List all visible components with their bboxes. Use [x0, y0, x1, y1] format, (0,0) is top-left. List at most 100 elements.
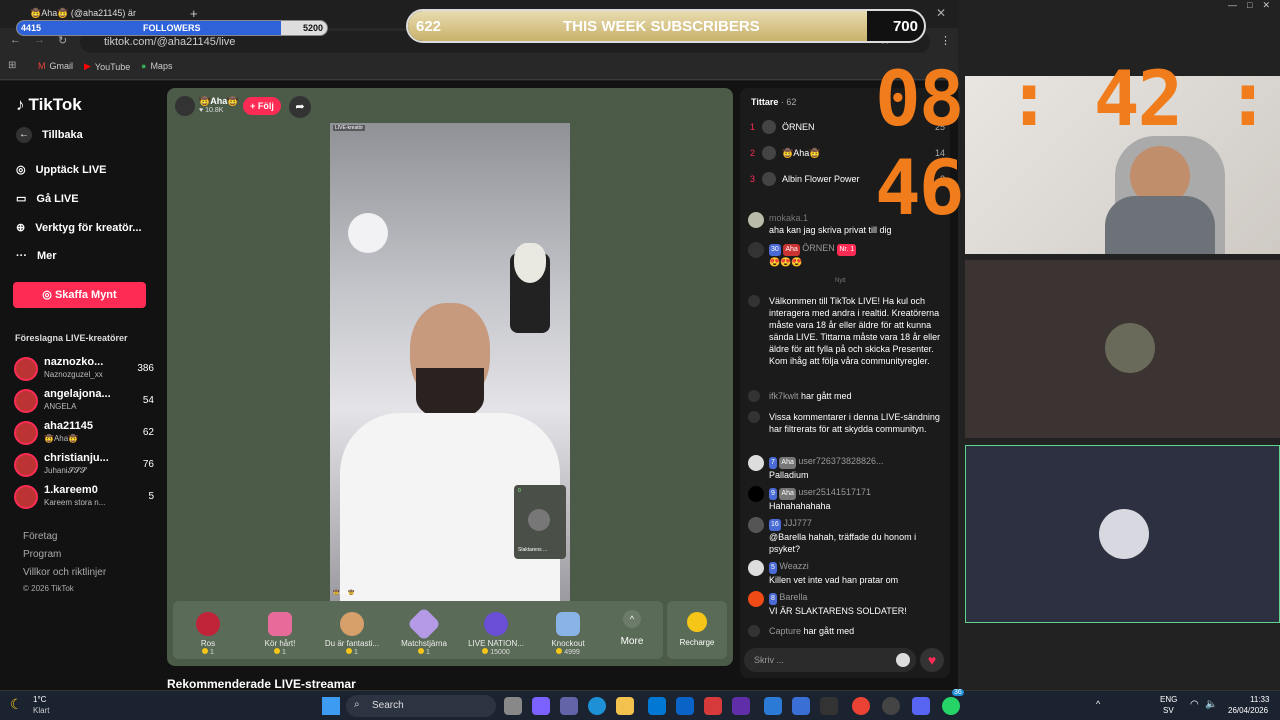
username[interactable]: Weazzi	[779, 561, 808, 571]
store-icon[interactable]	[764, 697, 782, 715]
copilot-icon[interactable]	[532, 697, 550, 715]
avatar	[748, 212, 764, 228]
creator-item[interactable]: angelajona... ANGELA 54	[14, 387, 154, 415]
gift-item[interactable]: Knockout 4999	[537, 608, 599, 656]
bookmark-gmail[interactable]: M Gmail	[38, 61, 73, 71]
guest-tile-1[interactable]	[965, 260, 1280, 438]
photos-icon[interactable]	[792, 697, 810, 715]
app-icon[interactable]	[704, 697, 722, 715]
m365-icon[interactable]	[732, 697, 750, 715]
guest-video[interactable]: 0 Slaktarens ...	[514, 485, 566, 559]
mail-icon[interactable]	[648, 697, 666, 715]
avatar	[14, 357, 38, 381]
emoji-icon[interactable]	[896, 653, 910, 667]
lang-label[interactable]: ENG	[1160, 695, 1177, 704]
username[interactable]: ifk7kwlt	[769, 391, 799, 401]
tiktok-icon	[748, 625, 760, 637]
gift-item[interactable]: Ros 1	[177, 608, 239, 656]
close-window-icon[interactable]: ✕	[936, 6, 946, 20]
back-arrow-icon: ←	[16, 127, 32, 143]
creator-item[interactable]: naznozko... Naznozguzel_xx 386	[14, 355, 154, 383]
tab-title[interactable]: 🤠Aha🤠 (@aha21145) är	[30, 8, 136, 19]
back-link[interactable]: ← Tillbaka	[16, 127, 83, 143]
avatar	[748, 517, 764, 533]
creator-item[interactable]: aha21145 🤠Aha🤠 62	[14, 419, 154, 447]
heart-icon[interactable]: ♥	[920, 648, 944, 672]
search-box[interactable]: ⌕ Search	[346, 695, 496, 717]
speaker-icon[interactable]: 🔈	[1205, 699, 1217, 710]
whatsapp-icon[interactable]: 36	[942, 689, 964, 715]
username[interactable]: user726373828826...	[798, 456, 883, 466]
username[interactable]: Capture	[769, 626, 801, 636]
footer-link[interactable]: Program	[23, 549, 61, 560]
chat-message: 5 Weazzi Killen vet inte vad han pratar o…	[748, 560, 944, 586]
username[interactable]: JJJ777	[783, 518, 812, 528]
creator-sub: 🤠Aha🤠	[44, 434, 79, 443]
windows-start-icon[interactable]	[322, 697, 340, 715]
creator-item[interactable]: christianju... Juhani𝓢𝓢𝓢 76	[14, 451, 154, 479]
footer-link[interactable]: Villkor och riktlinjer	[23, 567, 106, 578]
guest-tile-2[interactable]	[965, 445, 1280, 623]
menu-icon[interactable]: ⋮	[940, 34, 951, 47]
new-tab-button[interactable]: +	[190, 6, 198, 21]
edge-icon[interactable]	[588, 697, 606, 715]
creator-sub: Juhani𝓢𝓢𝓢	[44, 466, 87, 475]
username[interactable]: Barella	[779, 592, 807, 602]
avatar	[748, 242, 764, 258]
folder-icon[interactable]	[616, 697, 634, 715]
chat-input[interactable]: Skriv ...	[744, 648, 916, 672]
level-badge: 5	[769, 562, 777, 574]
gift-item[interactable]: Kör hårt! 1	[249, 608, 311, 656]
clock-time[interactable]: 11:33	[1250, 695, 1269, 704]
bookmark-maps[interactable]: ● Maps	[141, 61, 172, 71]
video-caption: 🤠Aha🤠	[333, 590, 355, 596]
nav-creator-tools[interactable]: ⊕ Verktyg för kreatör...	[16, 221, 142, 235]
footer-link[interactable]: Företag	[23, 531, 57, 542]
price-value: 4999	[564, 649, 580, 656]
level-badge: 30	[769, 244, 781, 256]
host-avatar[interactable]	[175, 96, 195, 116]
get-coins-button[interactable]: ◎ Skaffa Mynt	[13, 282, 146, 308]
minimize-icon[interactable]: —	[1228, 0, 1237, 14]
tiktok-logo[interactable]: ♪ TikTok	[16, 95, 82, 115]
wifi-icon[interactable]: ◠	[1190, 699, 1199, 710]
host-name[interactable]: 🤠Aha🤠	[199, 96, 238, 107]
nav-go-live[interactable]: ▭ Gå LIVE	[16, 192, 79, 206]
apps-icon[interactable]: ⊞	[8, 60, 16, 71]
creator-item[interactable]: 1.kareem0 Kareem stora n... 5	[14, 483, 154, 511]
follow-button[interactable]: + Följ	[243, 97, 281, 115]
more-gifts-button[interactable]: ^ More	[613, 610, 651, 647]
viewer-name: Albin Flower Power	[782, 174, 860, 184]
bookmark-youtube[interactable]: ▶ YouTube	[84, 61, 130, 72]
chrome-icon[interactable]	[852, 697, 870, 715]
gift-item[interactable]: Matchstjärna 1	[393, 607, 455, 656]
message-text: Palladium	[769, 470, 809, 480]
recharge-button[interactable]: Recharge	[667, 601, 727, 659]
creator-sub: ANGELA	[44, 402, 77, 411]
weather-temp[interactable]: 1°C	[33, 695, 46, 704]
username[interactable]: mokaka.1	[769, 213, 808, 223]
close-icon[interactable]: ✕	[1262, 0, 1270, 14]
calculator-icon[interactable]	[820, 697, 838, 715]
maximize-icon[interactable]: □	[1247, 0, 1252, 14]
gift-item[interactable]: LIVE NATION... 15000	[465, 608, 527, 656]
viewers-header[interactable]: Tittare · 62	[751, 97, 796, 107]
outlook-icon[interactable]	[676, 697, 694, 715]
back-icon[interactable]: ←	[10, 34, 21, 46]
gift-name: Du är fantasti...	[324, 639, 380, 648]
nav-more[interactable]: ··· Mer	[16, 250, 57, 262]
nav-discover-live[interactable]: ◎ Upptäck LIVE	[16, 163, 107, 177]
gift-name: Ros	[200, 639, 216, 648]
share-icon[interactable]: ➦	[289, 96, 311, 118]
taskview-icon[interactable]	[504, 697, 522, 715]
username[interactable]: user25141517171	[798, 487, 871, 497]
tiktok-icon	[748, 295, 760, 307]
chevron-up-icon[interactable]: ^	[1096, 699, 1100, 709]
teams-icon[interactable]	[560, 697, 578, 715]
obs-icon[interactable]	[882, 697, 900, 715]
discord-icon[interactable]	[912, 697, 930, 715]
username[interactable]: ÖRNEN	[802, 243, 835, 253]
gift-item[interactable]: Du är fantasti... 1	[321, 608, 383, 656]
creator-name: aha21145	[44, 420, 93, 432]
search-icon: ⌕	[354, 699, 360, 710]
